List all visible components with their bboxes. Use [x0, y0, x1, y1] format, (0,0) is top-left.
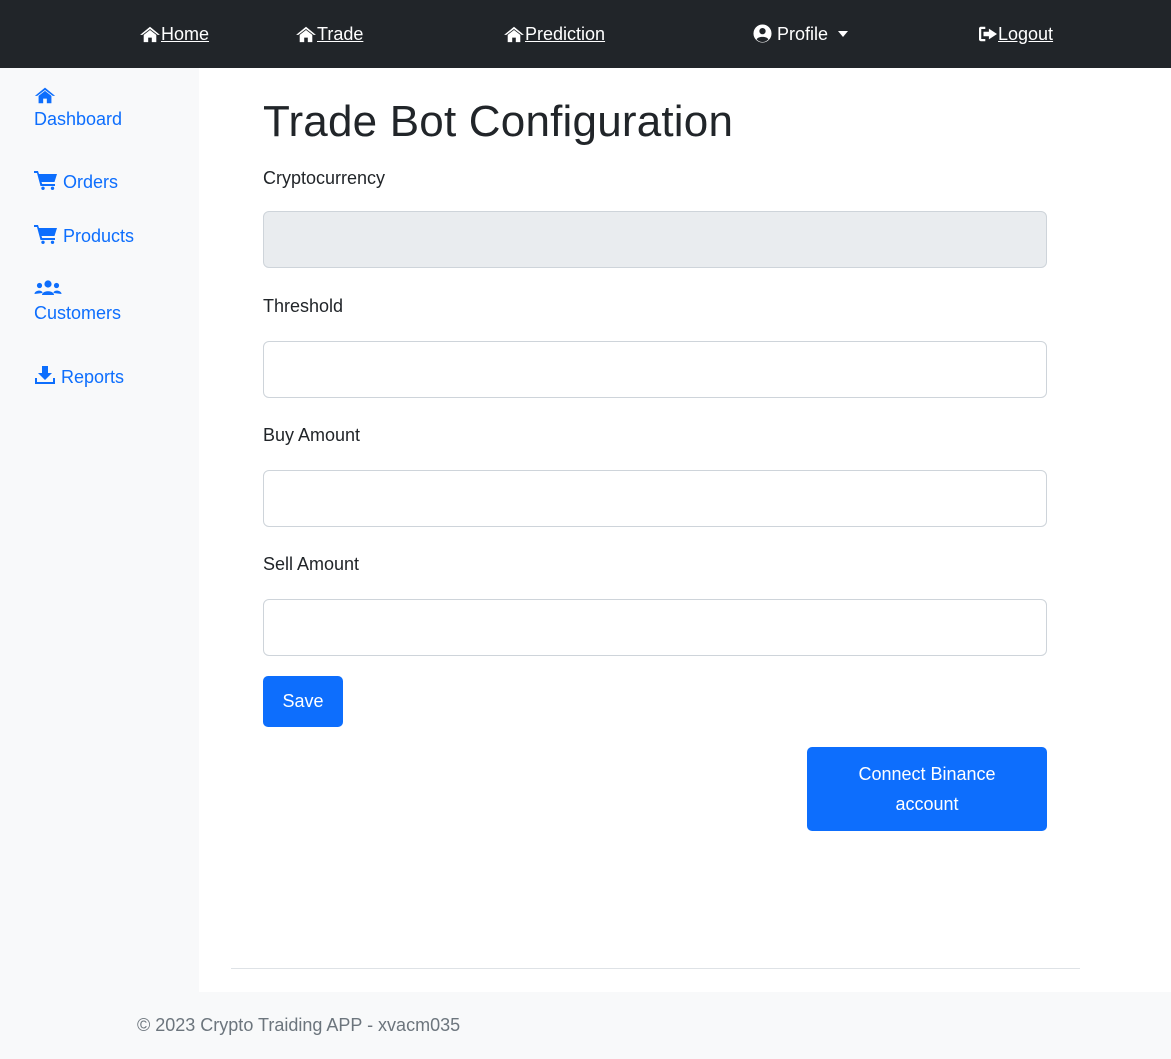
threshold-label: Threshold	[263, 296, 344, 316]
nav-logout-label: Logout	[998, 24, 1054, 44]
sidebar-item-reports[interactable]: Reports	[34, 364, 124, 390]
users-icon	[34, 280, 62, 295]
user-circle-icon	[753, 24, 772, 43]
nav-logout-link[interactable]: Logout	[978, 22, 1053, 46]
sidebar: Dashboard Orders Products Customers Repo…	[0, 68, 199, 992]
threshold-input[interactable]	[263, 341, 1047, 398]
caret-down-icon	[838, 31, 849, 37]
home-icon	[34, 87, 56, 104]
page-title: Trade Bot Configuration	[263, 97, 734, 146]
home-icon	[140, 26, 160, 43]
cryptocurrency-label: Cryptocurrency	[263, 168, 386, 188]
sidebar-item-label: Dashboard	[34, 109, 123, 129]
shopping-cart-icon	[34, 225, 57, 244]
home-icon	[296, 26, 316, 43]
sidebar-item-orders[interactable]: Orders	[34, 169, 118, 195]
nav-trade-label: Trade	[317, 24, 364, 44]
sidebar-item-products[interactable]: Products	[34, 223, 134, 249]
save-button[interactable]: Save	[263, 676, 343, 727]
footer: © 2023 Crypto Traiding APP - xvacm035	[0, 992, 1171, 1059]
sidebar-item-label: Products	[63, 226, 135, 246]
sidebar-item-customers[interactable]: Customers	[34, 278, 121, 326]
buy-amount-label: Buy Amount	[263, 425, 361, 445]
footer-divider	[231, 968, 1080, 969]
sell-amount-label: Sell Amount	[263, 554, 360, 574]
cryptocurrency-input[interactable]	[263, 211, 1047, 268]
nav-profile-label: Profile	[777, 24, 829, 44]
nav-home-label: Home	[161, 24, 210, 44]
nav-profile-dropdown[interactable]: Profile	[753, 22, 849, 46]
nav-home-link[interactable]: Home	[139, 22, 209, 46]
sidebar-item-dashboard[interactable]: Dashboard	[34, 84, 122, 132]
top-navbar: Home Trade Prediction Profile Logout	[0, 0, 1171, 68]
nav-trade-link[interactable]: Trade	[295, 22, 363, 46]
sell-amount-input[interactable]	[263, 599, 1047, 656]
nav-prediction-link[interactable]: Prediction	[503, 22, 605, 46]
sign-out-icon	[979, 26, 997, 42]
download-icon	[35, 366, 55, 384]
buy-amount-input[interactable]	[263, 470, 1047, 527]
sidebar-item-label: Customers	[34, 303, 122, 323]
nav-prediction-label: Prediction	[525, 24, 606, 44]
sidebar-item-label: Orders	[63, 172, 119, 192]
sidebar-item-label: Reports	[61, 367, 125, 387]
connect-binance-button[interactable]: Connect Binance account	[807, 747, 1047, 831]
footer-copyright: © 2023 Crypto Traiding APP - xvacm035	[137, 1015, 461, 1035]
home-icon	[504, 26, 524, 43]
shopping-cart-icon	[34, 171, 57, 190]
